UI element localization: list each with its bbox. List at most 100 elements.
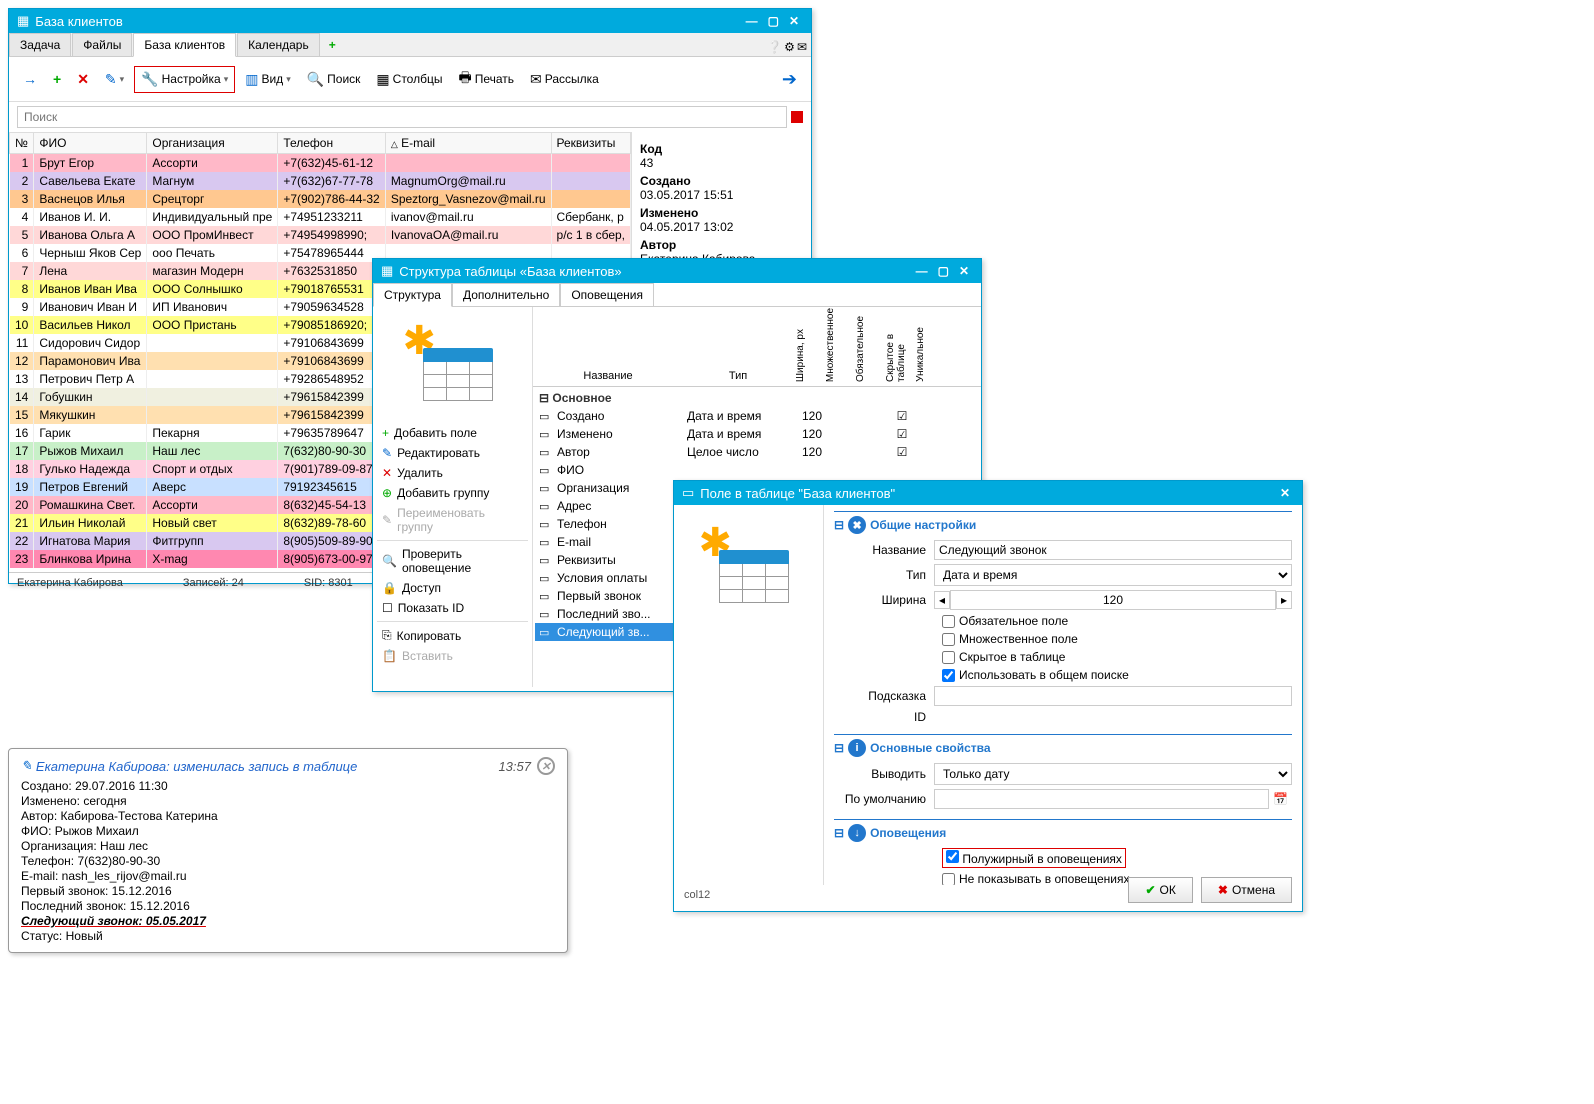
cb-hidden[interactable] xyxy=(942,651,955,664)
input-default[interactable] xyxy=(934,789,1269,809)
column-header[interactable]: № xyxy=(10,133,34,154)
lbl-id: ID xyxy=(834,710,934,724)
section-general[interactable]: ⊟✖Общие настройки xyxy=(834,511,1292,538)
field-item[interactable]: ▭ИзмененоДата и время120☑ xyxy=(535,425,979,443)
view-label: Вид xyxy=(261,72,283,86)
menu-copy[interactable]: ⎘Копировать xyxy=(377,625,528,646)
lbl-no-alerts: Не показывать в оповещениях xyxy=(959,872,1129,885)
help-icon[interactable]: ❔ xyxy=(767,40,782,54)
cb-search[interactable] xyxy=(942,669,955,682)
struct-minimize[interactable]: — xyxy=(912,264,932,278)
column-header[interactable]: ФИО xyxy=(34,133,147,154)
ok-button[interactable]: ✔ОК xyxy=(1128,877,1192,903)
main-tabs: Задача Файлы База клиентов Календарь + ❔… xyxy=(9,33,811,57)
dp-code-label: Код xyxy=(640,142,803,156)
props-sidebar: ✱ xyxy=(674,505,824,885)
info-icon: i xyxy=(848,739,866,757)
struct-sidebar: ✱ +Добавить поле ✎Редактировать ✕Удалить… xyxy=(373,307,533,687)
dp-author-label: Автор xyxy=(640,238,803,252)
cb-required[interactable] xyxy=(942,615,955,628)
struct-maximize[interactable]: ▢ xyxy=(934,264,953,278)
field-item[interactable]: ▭АвторЦелое число120☑ xyxy=(535,443,979,461)
edit-button[interactable]: ✎▾ xyxy=(99,67,130,92)
view-button[interactable]: ▥Вид▾ xyxy=(239,67,296,92)
settings-button[interactable]: 🔧Настройка▾ xyxy=(134,66,235,93)
settings-icon[interactable]: ⚙ xyxy=(784,40,795,54)
tab-task[interactable]: Задача xyxy=(9,33,71,56)
status-records: Записей: 24 xyxy=(183,577,244,589)
input-width[interactable] xyxy=(950,590,1276,610)
col-unique: Уникальное xyxy=(913,323,943,386)
struct-tab-extra[interactable]: Дополнительно xyxy=(452,283,560,306)
select-display[interactable]: Только дату xyxy=(934,763,1292,785)
field-item[interactable]: ▭СозданоДата и время120☑ xyxy=(535,407,979,425)
struct-tabs: Структура Дополнительно Оповещения xyxy=(373,283,981,307)
mail-label: Рассылка xyxy=(545,72,599,86)
field-props-window: ▭ Поле в таблице "База клиентов" ✕ ✱ ⊟✖О… xyxy=(673,480,1303,912)
section-main[interactable]: ⊟iОсновные свойства xyxy=(834,734,1292,761)
width-dec[interactable]: ◂ xyxy=(934,591,950,609)
notif-line: Создано: 29.07.2016 11:30 xyxy=(21,779,555,793)
search-input[interactable] xyxy=(17,106,787,128)
print-button[interactable]: 🖶Печать xyxy=(452,63,520,95)
search-button[interactable]: 🔍Поиск xyxy=(301,67,367,92)
notif-time: 13:57 xyxy=(498,759,531,774)
struct-tab-alerts[interactable]: Оповещения xyxy=(560,283,654,306)
props-close[interactable]: ✕ xyxy=(1276,486,1294,500)
menu-edit[interactable]: ✎Редактировать xyxy=(377,443,528,463)
mail-button[interactable]: ✉Рассылка xyxy=(524,67,605,92)
back-button[interactable]: → xyxy=(17,67,43,91)
column-header[interactable]: Реквизиты xyxy=(551,133,630,154)
props-title: Поле в таблице "База клиентов" xyxy=(700,486,1276,501)
lbl-default: По умолчанию xyxy=(834,792,934,806)
forward-button[interactable]: ➔ xyxy=(776,65,803,94)
props-titlebar: ▭ Поле в таблице "База клиентов" ✕ xyxy=(674,481,1302,505)
lbl-hidden: Скрытое в таблице xyxy=(959,650,1065,664)
add-button[interactable]: + xyxy=(47,67,67,91)
column-header[interactable]: Организация xyxy=(147,133,278,154)
field-item[interactable]: ▭ФИО xyxy=(535,461,979,479)
mail-icon[interactable]: ✉ xyxy=(797,40,807,54)
menu-show-id[interactable]: ☐Показать ID xyxy=(377,598,528,618)
select-type[interactable]: Дата и время xyxy=(934,564,1292,586)
field-group[interactable]: ⊟ Основное xyxy=(535,389,979,407)
struct-close[interactable]: ✕ xyxy=(955,264,973,278)
input-hint[interactable] xyxy=(934,686,1292,706)
section-alerts[interactable]: ⊟↓Оповещения xyxy=(834,819,1292,846)
tab-calendar[interactable]: Календарь xyxy=(237,33,320,56)
struct-tab-structure[interactable]: Структура xyxy=(373,283,452,307)
notif-close[interactable]: ✕ xyxy=(537,757,555,775)
menu-add-field[interactable]: +Добавить поле xyxy=(377,423,528,443)
width-inc[interactable]: ▸ xyxy=(1276,591,1292,609)
columns-button[interactable]: ▦Столбцы xyxy=(370,67,448,92)
tab-files[interactable]: Файлы xyxy=(72,33,132,56)
dp-code: 43 xyxy=(640,156,803,170)
input-name[interactable] xyxy=(934,540,1292,560)
cb-multi[interactable] xyxy=(942,633,955,646)
minimize-button[interactable]: — xyxy=(742,14,762,28)
field-icon: ▭ xyxy=(682,485,694,501)
calendar-icon[interactable]: 📅 xyxy=(1269,792,1292,806)
notif-line: Автор: Кабирова-Тестова Катерина xyxy=(21,809,555,823)
delete-button[interactable]: ✕ xyxy=(71,67,95,92)
menu-add-group[interactable]: ⊕Добавить группу xyxy=(377,483,528,503)
table-row[interactable]: 2Савельева ЕкатеМагнум+7(632)67-77-78Mag… xyxy=(10,172,631,190)
tab-add[interactable]: + xyxy=(321,34,344,56)
cancel-button[interactable]: ✖Отмена xyxy=(1201,877,1292,903)
table-row[interactable]: 3Васнецов ИльяСрецторг+7(902)786-44-32Sp… xyxy=(10,190,631,208)
menu-access[interactable]: 🔒Доступ xyxy=(377,578,528,598)
column-header[interactable]: Телефон xyxy=(278,133,385,154)
cb-no-alerts[interactable] xyxy=(942,873,955,886)
tab-clients[interactable]: База клиентов xyxy=(133,33,236,57)
menu-check-alert[interactable]: 🔍Проверить оповещение xyxy=(377,544,528,578)
cb-bold-alerts[interactable] xyxy=(946,850,959,863)
menu-delete[interactable]: ✕Удалить xyxy=(377,463,528,483)
close-button[interactable]: ✕ xyxy=(785,14,803,28)
column-header[interactable]: △ E-mail xyxy=(385,133,551,154)
maximize-button[interactable]: ▢ xyxy=(764,14,783,28)
table-row[interactable]: 5Иванова Ольга АООО ПромИнвест+749549989… xyxy=(10,226,631,244)
col-hidden: Скрытое в таблице xyxy=(883,307,913,386)
struct-titlebar: ▦ Структура таблицы «База клиентов» — ▢ … xyxy=(373,259,981,283)
table-row[interactable]: 4Иванов И. И.Индивидуальный пре+74951233… xyxy=(10,208,631,226)
table-row[interactable]: 1Брут ЕгорАссорти+7(632)45-61-12 xyxy=(10,154,631,173)
